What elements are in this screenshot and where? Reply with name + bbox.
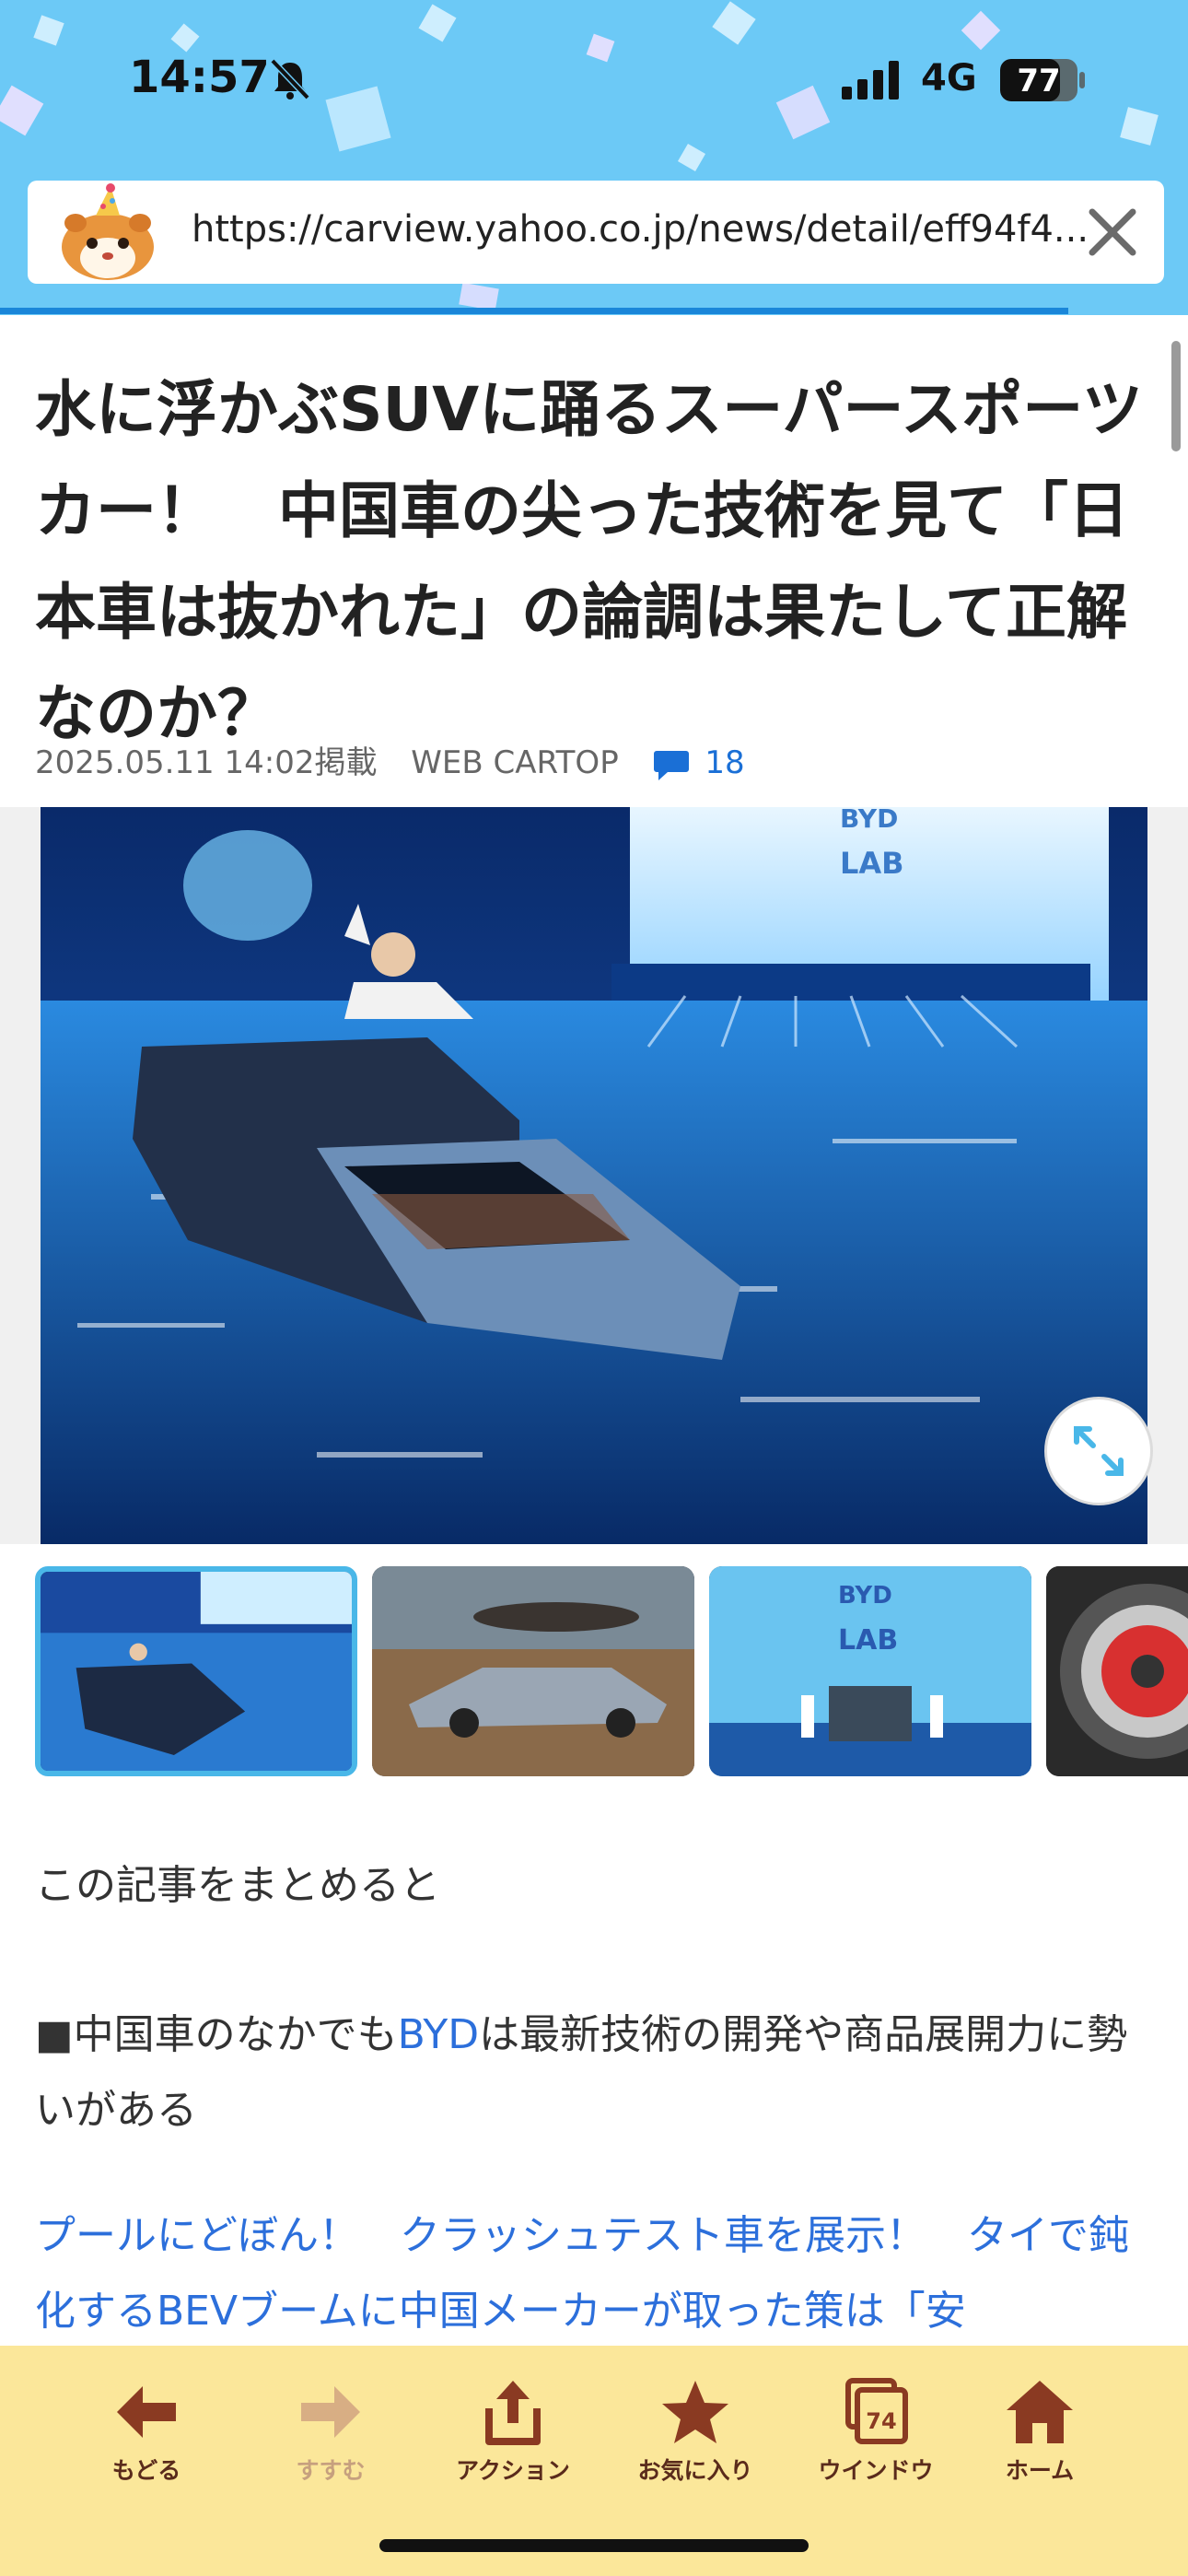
close-icon[interactable] [1087,206,1138,258]
home-indicator[interactable] [379,2539,809,2552]
confetti-decoration [0,85,44,136]
scroll-indicator[interactable] [1171,341,1181,451]
hero-sign-byd: BYD [840,807,898,834]
confetti-decoration [1120,107,1159,146]
related-article-link[interactable]: プールにどぼん！ クラッシュテスト車を展示！ タイで鈍化するBEVブームに中国メ… [35,2198,1159,2349]
summary-bullet: ■中国車のなかでもBYDは最新技術の開発や商品展開力に勢いがある [35,1997,1159,2149]
article-date: 2025.05.11 14:02掲載 [35,744,378,781]
url-text[interactable]: https://carview.yahoo.co.jp/news/detail/… [192,208,1094,251]
confetti-decoration [775,85,831,140]
browser-header: 14:57 4G 77 https://carview.yahoo.co.jp/… [0,0,1188,315]
cellular-signal-icon [842,61,899,100]
expand-image-button[interactable] [1044,1397,1153,1505]
battery-level: 77 [1017,63,1061,100]
comment-icon[interactable] [653,747,690,782]
thumbnail-image[interactable] [372,1566,694,1776]
thumbnail-wheel-closeup [1046,1566,1188,1776]
favorites-label: お気に入り [637,2457,753,2484]
confetti-decoration [33,15,64,46]
url-bar[interactable]: https://carview.yahoo.co.jp/news/detail/… [28,181,1164,284]
confetti-decoration [325,86,391,152]
share-icon [485,2381,541,2445]
forward-button[interactable]: すすむ [252,2377,409,2486]
back-label: もどる [111,2457,181,2484]
hero-image[interactable]: BYD LAB [41,807,1147,1544]
thumbnail-image[interactable] [1046,1566,1188,1776]
thumbnail-supercar-beach [372,1566,694,1776]
favorites-button[interactable]: お気に入り [617,2377,774,2486]
arrow-left-icon [117,2386,176,2438]
confetti-decoration [459,282,499,311]
thumbnail-sign-lab: LAB [838,1624,898,1657]
confetti-decoration [712,1,756,45]
hero-sign-lab: LAB [840,846,904,881]
home-label: ホーム [1005,2457,1075,2484]
summary-heading: この記事をまとめると [35,1862,440,1909]
expand-icon [1074,1426,1124,1476]
confetti-decoration [961,10,1001,51]
article-source[interactable]: WEB CARTOP [411,744,618,781]
forward-label: すすむ [296,2457,366,2484]
home-button[interactable]: ホーム [961,2377,1118,2486]
windows-count: 74 [866,2408,896,2434]
thumbnail-image[interactable]: BYD LAB [709,1566,1031,1776]
thumbnail-image[interactable] [35,1566,357,1776]
battery-tip [1079,72,1085,88]
windows-button[interactable]: 74 ウインドウ [798,2377,954,2486]
thumbnail-suv-in-pool [41,1572,352,1771]
home-icon [1007,2381,1073,2443]
comment-count[interactable]: 18 [705,744,744,781]
thumbnail-byd-lab-stage: BYD LAB [709,1566,1031,1776]
confetti-decoration [586,33,615,63]
battery-icon: 77 [1000,59,1077,101]
confetti-decoration [677,143,706,172]
page-load-progress [0,308,1068,314]
network-type: 4G [921,57,977,100]
windows-icon: 74 [845,2378,908,2444]
hero-image-container: BYD LAB [0,807,1188,1544]
confetti-decoration [170,23,200,53]
arrow-right-icon [301,2386,360,2438]
star-icon [662,2381,728,2443]
image-thumbnail-strip[interactable]: BYD LAB [35,1566,1188,1780]
bullet-prefix: ■中国車のなかでも [35,2011,398,2058]
bell-muted-icon [270,58,310,100]
byd-link[interactable]: BYD [398,2011,480,2058]
thumbnail-sign-byd: BYD [838,1582,892,1610]
confetti-decoration [418,4,457,42]
windows-label: ウインドウ [818,2457,934,2484]
action-button[interactable]: アクション [435,2377,591,2486]
back-button[interactable]: もどる [68,2377,225,2486]
article-headline: 水に浮かぶSUVに踊るスーパースポーツカー！ 中国車の尖った技術を見て「日本車は… [35,374,1143,749]
action-label: アクション [456,2457,570,2484]
guinea-pig-mascot-icon[interactable] [55,182,160,282]
article-meta: 2025.05.11 14:02掲載 WEB CARTOP 18 [35,737,745,782]
status-time: 14:57 [129,52,270,103]
